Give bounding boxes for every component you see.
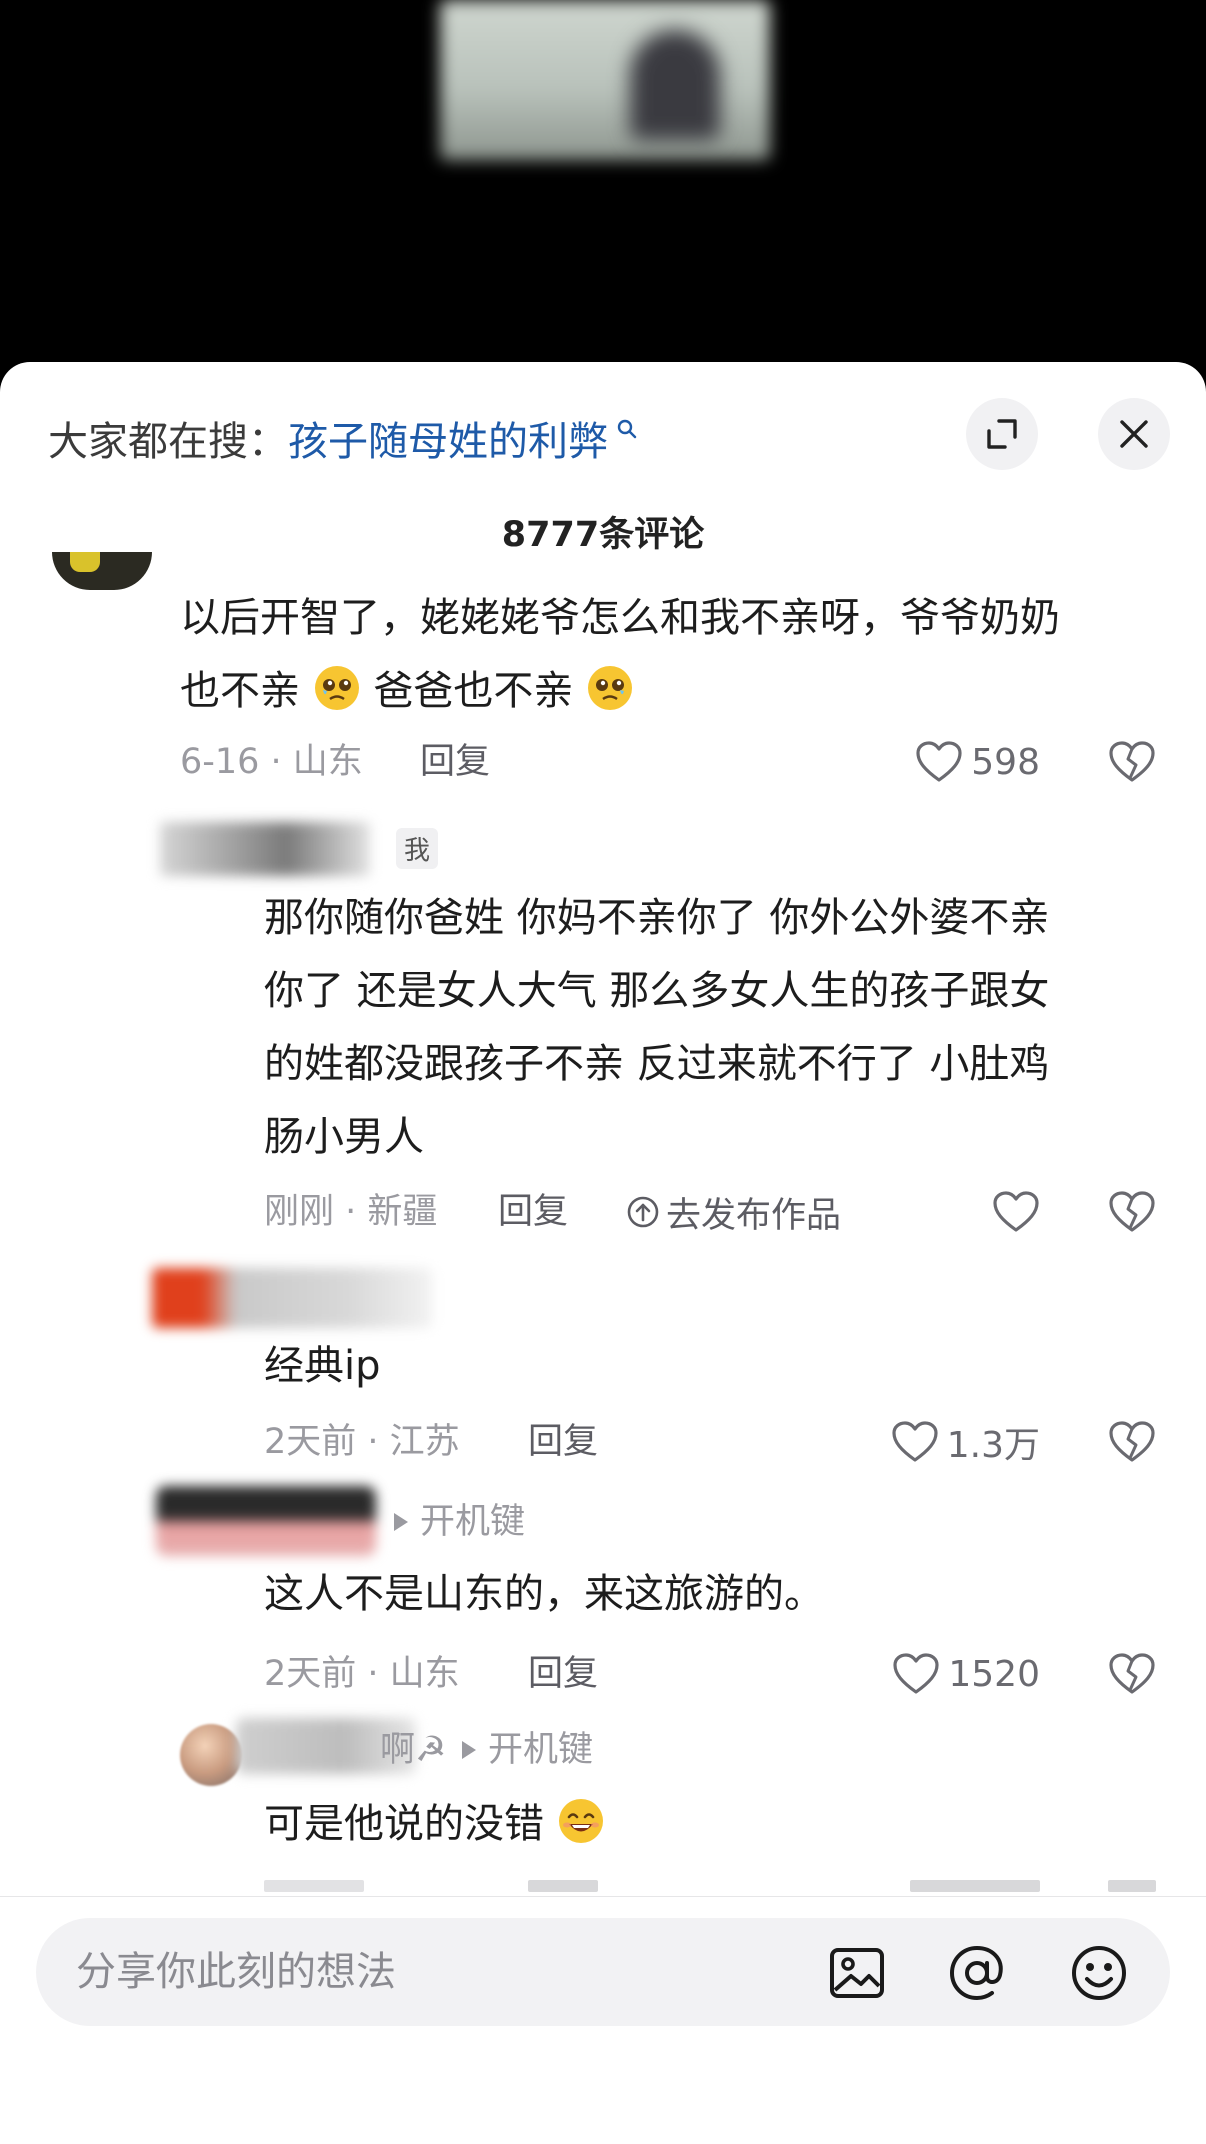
commenter-name-redacted (156, 1486, 376, 1556)
comment-input[interactable]: 分享你此刻的想法 (36, 1918, 1170, 2026)
like-count: 1.3万 (946, 1425, 1040, 1466)
emoji-face-icon (1072, 1946, 1126, 2000)
self-badge: 我 (396, 828, 439, 869)
heart-icon (993, 1191, 1039, 1232)
publish-label: 去发布作品 (666, 1195, 842, 1236)
broken-heart-icon (1109, 1191, 1155, 1232)
comment-sheet: 大家都在搜： 孩子随母姓的利弊 8777条评论 以后开智了，姥姥姥爷怎么和我不亲… (0, 362, 1206, 2144)
commenter-name-redacted (152, 1268, 432, 1328)
emoji-button[interactable] (1070, 1944, 1128, 2002)
reply-target-name[interactable]: 开机键 (488, 1720, 593, 1780)
reply-target: 开机键 (460, 1720, 593, 1780)
like-button[interactable] (980, 1182, 1040, 1242)
video-thumbnail (440, 0, 770, 160)
reply-button[interactable]: 回复 (420, 732, 490, 792)
comment-meta: 6-16 · 山东 (180, 742, 363, 782)
avatar[interactable] (52, 552, 152, 590)
dislike-button[interactable] (1104, 732, 1160, 792)
commenter-name-redacted (160, 822, 370, 876)
close-icon (1120, 420, 1148, 448)
comment-meta: 刚刚 · 新疆 (264, 1192, 438, 1232)
like-count: 1520 (948, 1653, 1040, 1695)
search-icon (617, 419, 637, 439)
comment-text: 经典ip (264, 1343, 381, 1389)
reply-button[interactable]: 回复 (528, 1412, 598, 1472)
play-arrow-icon (462, 1741, 476, 1759)
reply-button[interactable]: 回复 (498, 1182, 568, 1242)
broken-heart-icon (1109, 1653, 1155, 1694)
publish-work-button[interactable]: 去发布作品 (626, 1182, 841, 1242)
comment-text: 那你随你爸姓 你妈不亲你了 你外公外婆不亲 你了 还是女人大气 那么多女人生的孩… (264, 895, 1050, 1160)
video-preview[interactable] (0, 0, 1206, 370)
close-button[interactable] (1098, 398, 1170, 470)
mention-button[interactable] (948, 1944, 1006, 2002)
avatar[interactable] (180, 1724, 242, 1786)
like-count: 598 (971, 741, 1040, 783)
search-suggestion[interactable]: 大家都在搜： 孩子随母姓的利弊 (48, 408, 638, 468)
video-thumbnail-figure (630, 30, 720, 140)
expand-icon (987, 419, 1017, 449)
heart-icon (892, 1421, 938, 1462)
input-divider (0, 1896, 1206, 1897)
image-button[interactable] (828, 1944, 886, 2002)
broken-heart-icon (1109, 1421, 1155, 1462)
crying-emoji-icon (588, 666, 633, 710)
broken-heart-icon (1109, 741, 1155, 782)
comment-meta: 2天前 · 山东 (264, 1654, 460, 1694)
reply-target-name[interactable]: 开机键 (420, 1492, 525, 1552)
commenter-name-tail: 啊☭ (380, 1730, 447, 1770)
upload-circle-icon (627, 1196, 659, 1228)
image-icon (830, 1948, 884, 1998)
play-arrow-icon (394, 1513, 408, 1531)
dislike-button[interactable] (1104, 1644, 1160, 1704)
next-row-cutoff (0, 1880, 1206, 1892)
comment-text: 这人不是山东的，来这旅游的。 (264, 1571, 824, 1617)
dislike-button[interactable] (1104, 1412, 1160, 1472)
comment-count: 8777条评论 (501, 515, 705, 555)
reply-target: 开机键 (392, 1492, 525, 1552)
comment-text: 以后开智了，姥姥姥爷怎么和我不亲呀，爷爷奶奶 也不亲 爸爸也不亲 (180, 595, 1060, 714)
heart-icon (893, 1653, 939, 1694)
search-term-link[interactable]: 孩子随母姓的利弊 (288, 409, 608, 467)
smiling-emoji-icon (558, 1799, 603, 1843)
comment-text: 可是他说的没错 (264, 1788, 605, 1861)
dislike-button[interactable] (1104, 1182, 1160, 1242)
comment-input-placeholder: 分享你此刻的想法 (76, 1949, 396, 1995)
expand-button[interactable] (966, 398, 1038, 470)
reply-button[interactable]: 回复 (528, 1644, 598, 1704)
like-button[interactable]: 1520 (860, 1644, 1040, 1704)
comment-meta: 2天前 · 江苏 (264, 1422, 460, 1462)
at-mention-icon (949, 1945, 1003, 2001)
search-prefix: 大家都在搜： (48, 419, 288, 465)
like-button[interactable]: 598 (880, 732, 1040, 792)
crying-emoji-icon (314, 666, 359, 710)
heart-icon (916, 741, 962, 782)
like-button[interactable]: 1.3万 (860, 1412, 1040, 1472)
